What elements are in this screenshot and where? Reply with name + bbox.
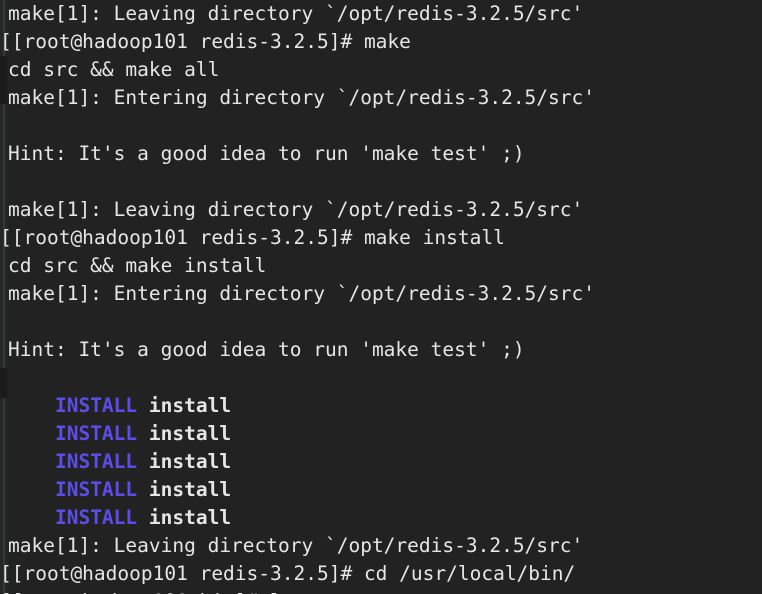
terminal-line: [[root@hadoop101 bin]# ls <box>0 588 762 594</box>
install-target: install <box>148 478 232 501</box>
install-indent <box>8 422 55 445</box>
terminal-line: make[1]: Leaving directory `/opt/redis-3… <box>8 534 584 557</box>
install-keyword: INSTALL <box>54 506 138 529</box>
install-keyword: INSTALL <box>54 422 138 445</box>
install-separator <box>137 422 149 445</box>
install-separator <box>137 450 149 473</box>
terminal-window[interactable]: make[1]: Leaving directory `/opt/redis-3… <box>0 0 762 594</box>
install-separator <box>137 394 149 417</box>
terminal-line: make[1]: Leaving directory `/opt/redis-3… <box>8 2 584 25</box>
terminal-line: cd src && make all <box>8 58 220 81</box>
terminal-line: INSTALL install <box>0 504 762 532</box>
install-keyword: INSTALL <box>54 478 138 501</box>
terminal-line: make[1]: Leaving directory `/opt/redis-3… <box>8 198 584 221</box>
install-separator <box>137 478 149 501</box>
install-target: install <box>148 422 232 445</box>
install-target: install <box>148 506 232 529</box>
install-indent <box>8 478 55 501</box>
install-separator <box>137 506 149 529</box>
install-indent <box>8 450 55 473</box>
terminal-line: Hint: It's a good idea to run 'make test… <box>8 142 525 165</box>
install-keyword: INSTALL <box>54 394 138 417</box>
terminal-line: make[1]: Entering directory `/opt/redis-… <box>8 86 595 109</box>
install-keyword: INSTALL <box>54 450 138 473</box>
terminal-line: INSTALL install <box>0 476 762 504</box>
install-target: install <box>148 394 232 417</box>
install-indent <box>8 394 55 417</box>
terminal-line: make[1]: Entering directory `/opt/redis-… <box>8 282 595 305</box>
terminal-line: [[root@hadoop101 redis-3.2.5]# make inst… <box>0 226 505 249</box>
install-target: install <box>148 450 232 473</box>
terminal-line: [[root@hadoop101 redis-3.2.5]# make <box>0 30 411 53</box>
terminal-line: INSTALL install <box>0 420 762 448</box>
terminal-line: [[root@hadoop101 redis-3.2.5]# cd /usr/l… <box>0 562 576 585</box>
install-indent <box>8 506 55 529</box>
terminal-line: INSTALL install <box>0 392 762 420</box>
terminal-line: INSTALL install <box>0 448 762 476</box>
terminal-line: cd src && make install <box>8 254 267 277</box>
terminal-output[interactable]: make[1]: Leaving directory `/opt/redis-3… <box>0 0 762 594</box>
terminal-line: Hint: It's a good idea to run 'make test… <box>8 338 525 361</box>
